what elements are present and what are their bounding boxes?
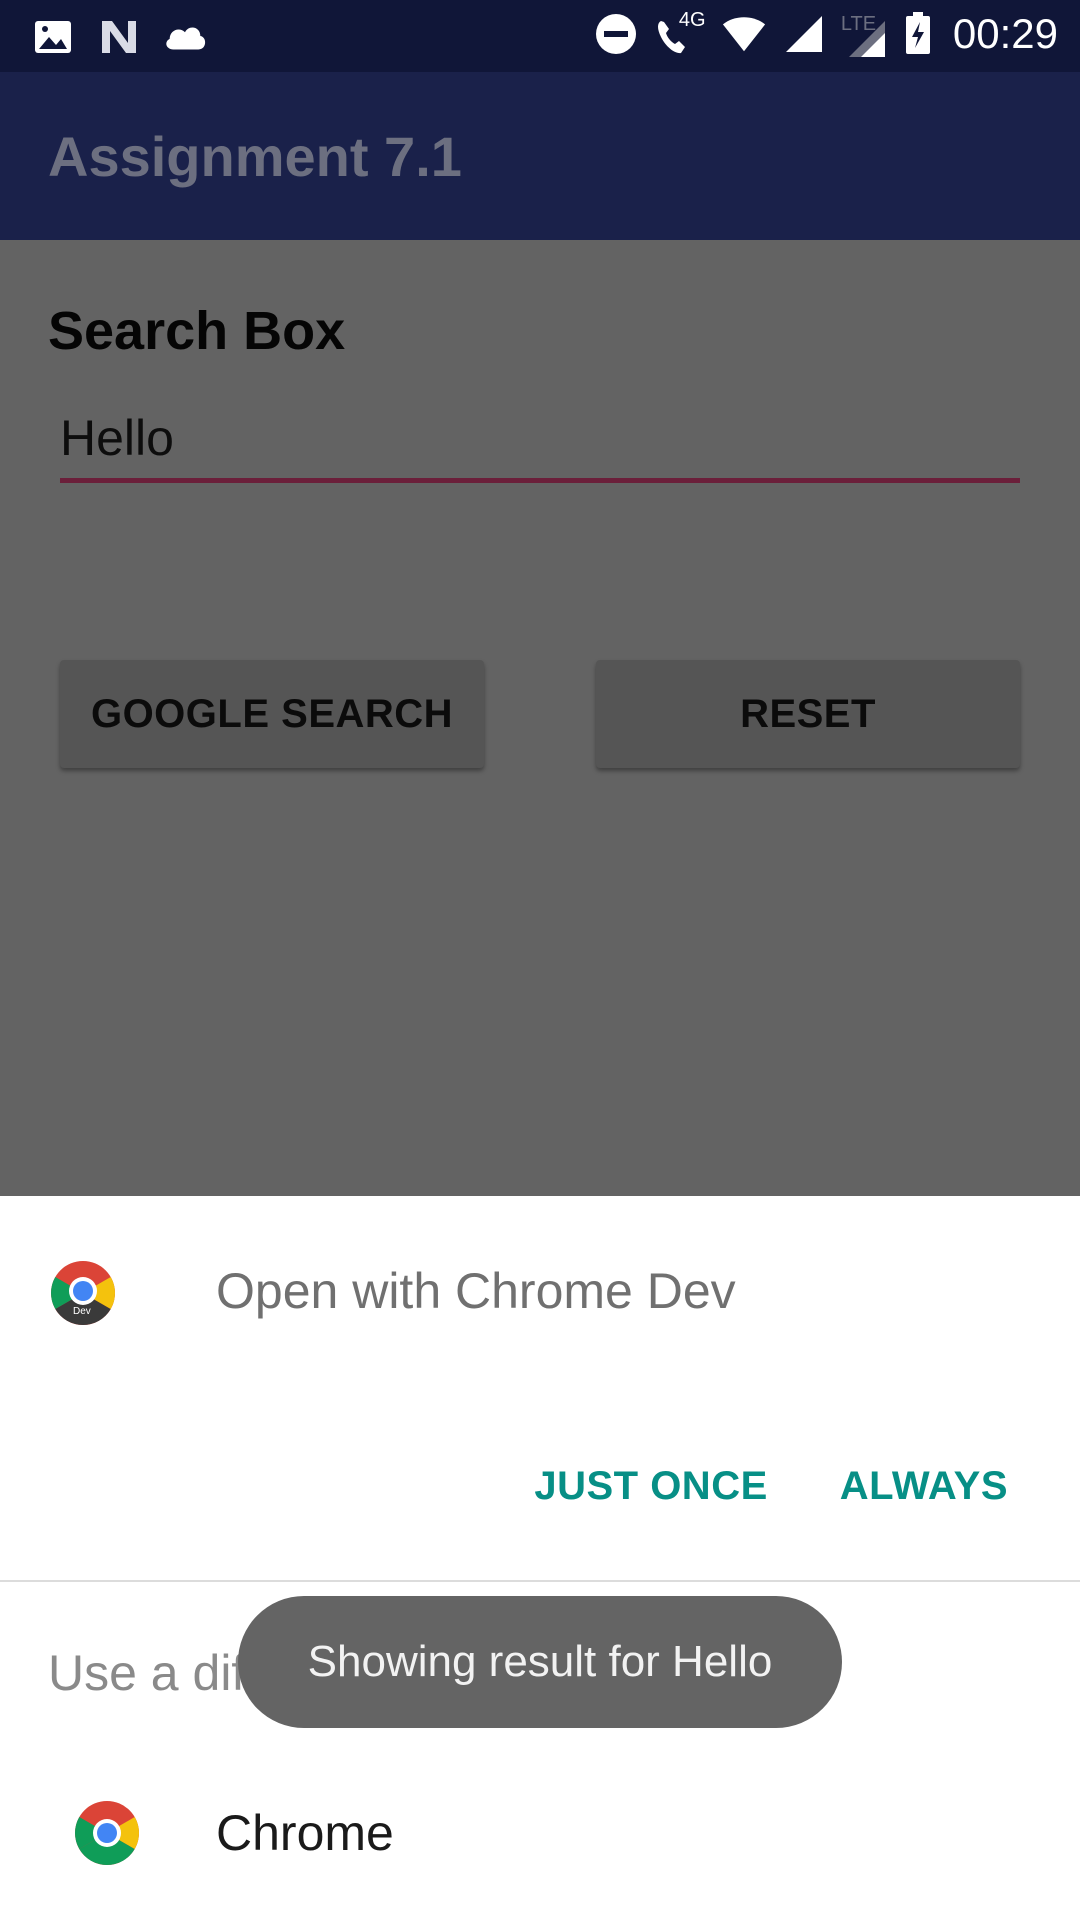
n-logo-icon xyxy=(96,14,142,60)
open-with-title: Open with Chrome Dev xyxy=(216,1263,736,1319)
search-input[interactable]: Hello xyxy=(60,398,1020,483)
call-4g-icon: 4G xyxy=(653,9,707,57)
app-bar: Assignment 7.1 xyxy=(0,72,1080,240)
cloud-icon xyxy=(162,14,208,60)
image-icon xyxy=(30,14,76,60)
battery-charging-icon xyxy=(903,11,933,57)
app-list-item-chrome[interactable]: Chrome xyxy=(0,1796,1080,1920)
status-time: 00:29 xyxy=(952,10,1058,57)
app-title: Assignment 7.1 xyxy=(48,125,462,188)
app-chooser-sheet: Dev Open with Chrome Dev JUST ONCE ALWAY… xyxy=(0,1196,1080,1920)
chrome-icon xyxy=(74,1800,140,1866)
just-once-button[interactable]: JUST ONCE xyxy=(534,1464,767,1509)
status-bar-right: 4G LTE 00:29 xyxy=(593,9,1058,58)
search-box-label: Search Box xyxy=(48,301,346,361)
divider xyxy=(0,1580,1080,1582)
signal-full-icon xyxy=(781,11,827,57)
app-label-chrome: Chrome xyxy=(216,1805,394,1861)
status-bar: 4G LTE 00:29 xyxy=(0,0,1080,72)
dev-badge: Dev xyxy=(73,1306,91,1317)
toast-message: Showing result for Hello xyxy=(238,1596,842,1728)
google-search-button[interactable]: GOOGLE SEARCH xyxy=(60,660,484,768)
always-button[interactable]: ALWAYS xyxy=(840,1464,1008,1509)
wifi-icon xyxy=(721,11,767,57)
status-bar-left xyxy=(30,14,208,60)
do-not-disturb-icon xyxy=(593,11,639,57)
call-network-label: 4G xyxy=(678,9,706,31)
main-content: Search Box Hello GOOGLE SEARCH RESET xyxy=(0,240,1080,1196)
chrome-dev-icon: Dev xyxy=(50,1260,116,1326)
lte-signal-icon: LTE xyxy=(841,11,889,57)
reset-button[interactable]: RESET xyxy=(596,660,1020,768)
open-with-section: Dev Open with Chrome Dev JUST ONCE ALWAY… xyxy=(0,1196,1080,1580)
chooser-actions: JUST ONCE ALWAYS xyxy=(534,1464,1008,1509)
